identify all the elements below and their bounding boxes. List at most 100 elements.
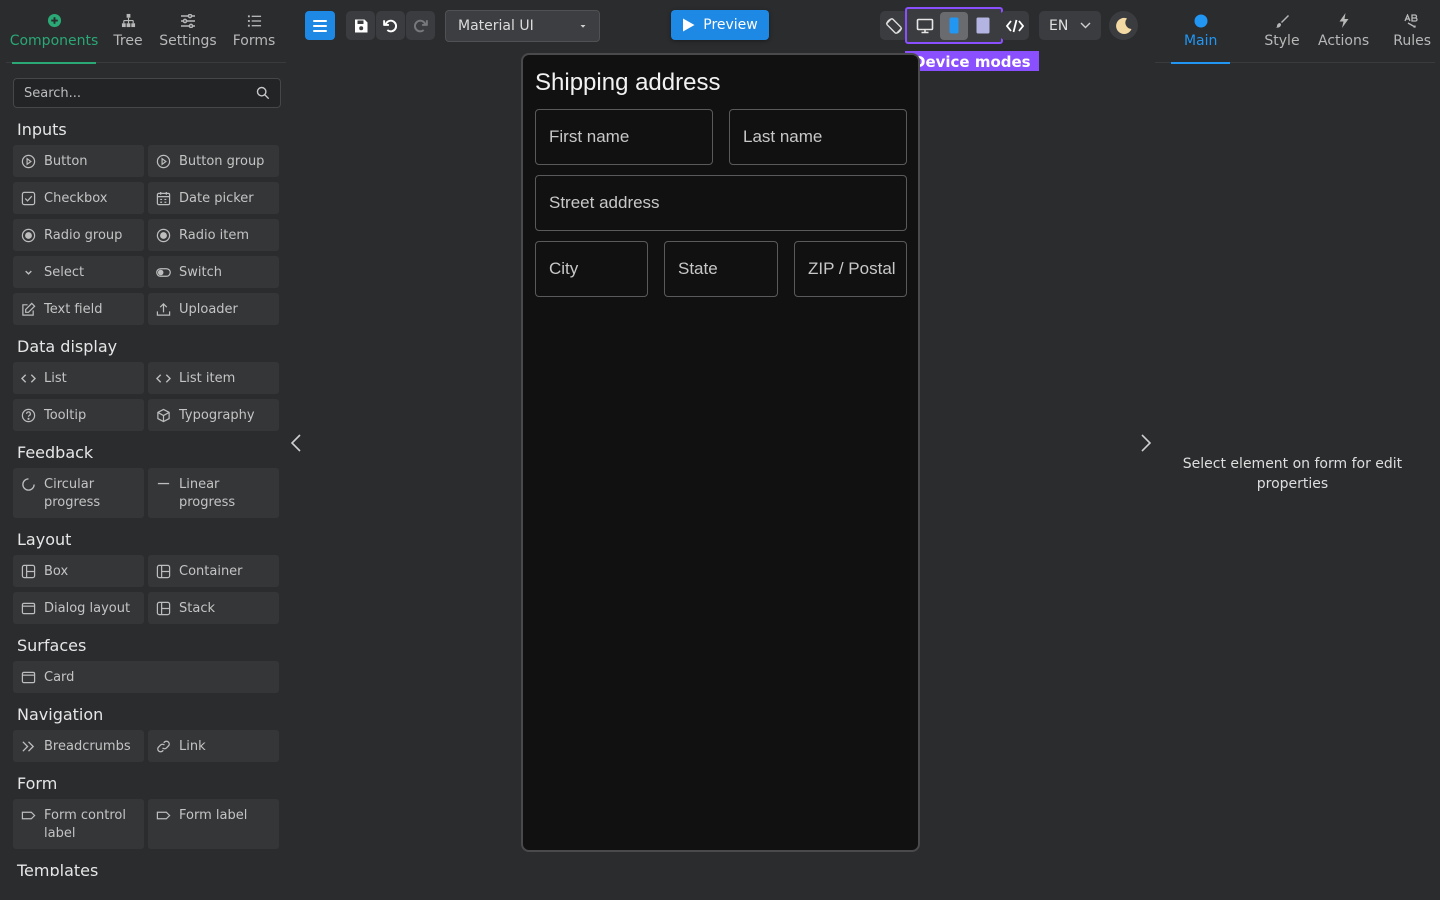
palette-item-label: Form label [179, 808, 248, 823]
code-view-button[interactable] [1000, 11, 1029, 40]
save-button[interactable] [346, 11, 375, 40]
tab-settings-label: Settings [159, 33, 217, 49]
palette-item-select[interactable]: Select [13, 256, 144, 288]
palette-item-uploader[interactable]: Uploader [148, 293, 279, 325]
tab-components[interactable]: Components [6, 0, 102, 64]
zip-postal-field[interactable]: ZIP / Postal [794, 241, 907, 297]
palette-item-form-control-label[interactable]: Form control label [13, 799, 144, 849]
question-circle-icon [21, 408, 36, 423]
layout-icon [156, 564, 171, 579]
palette-item-list-item[interactable]: List item [148, 362, 279, 394]
palette-item-circular-progress[interactable]: Circular progress [13, 468, 144, 518]
tablet-icon [976, 17, 990, 34]
palette-item-text-field[interactable]: Text field [13, 293, 144, 325]
tab-rules[interactable]: Rules [1389, 0, 1435, 63]
tree-icon [121, 12, 136, 29]
code-icon [1005, 19, 1024, 32]
street-address-label: Street address [549, 193, 660, 212]
group-navigation: Breadcrumbs Link [13, 730, 281, 762]
city-label: City [549, 259, 579, 278]
language-select[interactable]: EN [1039, 11, 1101, 40]
zip-postal-label: ZIP / Postal [808, 259, 896, 278]
palette-item-typography[interactable]: Typography [148, 399, 279, 431]
save-icon [354, 19, 367, 32]
layout-icon [21, 564, 36, 579]
group-title-feedback: Feedback [17, 443, 94, 462]
state-field[interactable]: State [664, 241, 778, 297]
group-surfaces: Card [13, 661, 281, 693]
tab-rules-label: Rules [1393, 33, 1432, 49]
last-name-field[interactable]: Last name [729, 109, 907, 165]
device-tablet-button[interactable] [969, 12, 997, 40]
tab-settings[interactable]: Settings [154, 0, 222, 63]
palette-item-label: Breadcrumbs [44, 739, 131, 754]
palette-item-label: Link [179, 739, 206, 754]
calendar-icon [156, 191, 171, 206]
street-address-field[interactable]: Street address [535, 175, 907, 231]
dash-icon [157, 482, 170, 485]
palette-item-form-label[interactable]: Form label [148, 799, 279, 849]
device-mobile-button[interactable] [939, 11, 968, 40]
palette-item-linear-progress[interactable]: Linear progress [148, 468, 279, 518]
first-name-field[interactable]: First name [535, 109, 713, 165]
tab-tree[interactable]: Tree [102, 0, 154, 63]
preview-button[interactable]: Preview [671, 10, 769, 40]
city-field[interactable]: City [535, 241, 648, 297]
last-name-label: Last name [743, 127, 823, 146]
dark-mode-toggle[interactable] [1109, 11, 1138, 40]
palette-item-stack[interactable]: Stack [148, 592, 279, 624]
theme-select[interactable]: Material UI [445, 10, 600, 42]
group-title-inputs: Inputs [17, 120, 67, 139]
tab-style[interactable]: Style [1260, 0, 1304, 63]
palette-item-radio-group[interactable]: Radio group [13, 219, 144, 251]
window-icon [21, 602, 36, 615]
device-desktop-button[interactable] [911, 12, 939, 40]
cube-icon [157, 408, 170, 423]
upload-icon [156, 303, 171, 316]
undo-icon [383, 19, 398, 33]
chevron-right-icon [1141, 434, 1151, 452]
collapse-right-panel-button[interactable] [1136, 432, 1156, 454]
palette-item-link[interactable]: Link [148, 730, 279, 762]
palette-item-date-picker[interactable]: Date picker [148, 182, 279, 214]
label-icon [21, 811, 36, 820]
palette-item-button[interactable]: Button [13, 145, 144, 177]
form-title[interactable]: Shipping address [535, 69, 720, 97]
palette-item-dialog-layout[interactable]: Dialog layout [13, 592, 144, 624]
code-icon [156, 374, 171, 383]
palette-item-box[interactable]: Box [13, 555, 144, 587]
tab-forms[interactable]: Forms [222, 0, 286, 63]
search-icon[interactable] [256, 86, 270, 100]
palette-item-list[interactable]: List [13, 362, 144, 394]
language-select-value: EN [1049, 17, 1069, 34]
palette-item-label: Uploader [179, 302, 238, 317]
search-input[interactable] [24, 85, 256, 101]
palette-item-switch[interactable]: Switch [148, 256, 279, 288]
undo-button[interactable] [376, 11, 405, 40]
group-data-display: List List item Tooltip Typography [13, 362, 281, 431]
menu-button[interactable] [305, 11, 335, 40]
moon-icon [1115, 17, 1131, 34]
left-tab-bar: Components Tree Settings Forms [6, 0, 286, 64]
code-icon [21, 374, 36, 383]
chevron-down-icon [1080, 22, 1091, 29]
palette-item-breadcrumbs[interactable]: Breadcrumbs [13, 730, 144, 762]
label-icon [156, 811, 171, 820]
rotate-device-button[interactable] [880, 11, 908, 40]
lightning-icon [1339, 12, 1349, 29]
palette-item-checkbox[interactable]: Checkbox [13, 182, 144, 214]
palette-item-card[interactable]: Card [13, 661, 279, 693]
palette-item-button-group[interactable]: Button group [148, 145, 279, 177]
palette-item-radio-item[interactable]: Radio item [148, 219, 279, 251]
redo-button[interactable] [406, 11, 435, 40]
palette-item-container[interactable]: Container [148, 555, 279, 587]
tab-main[interactable]: Main [1155, 0, 1246, 64]
link-icon [157, 740, 170, 753]
palette-item-label: Button [44, 154, 88, 169]
palette-item-tooltip[interactable]: Tooltip [13, 399, 144, 431]
tab-actions[interactable]: Actions [1314, 0, 1374, 63]
palette-item-label: Card [44, 670, 75, 685]
preview-button-label: Preview [703, 17, 758, 33]
collapse-left-panel-button[interactable] [286, 432, 306, 454]
group-title-surfaces: Surfaces [17, 636, 87, 655]
